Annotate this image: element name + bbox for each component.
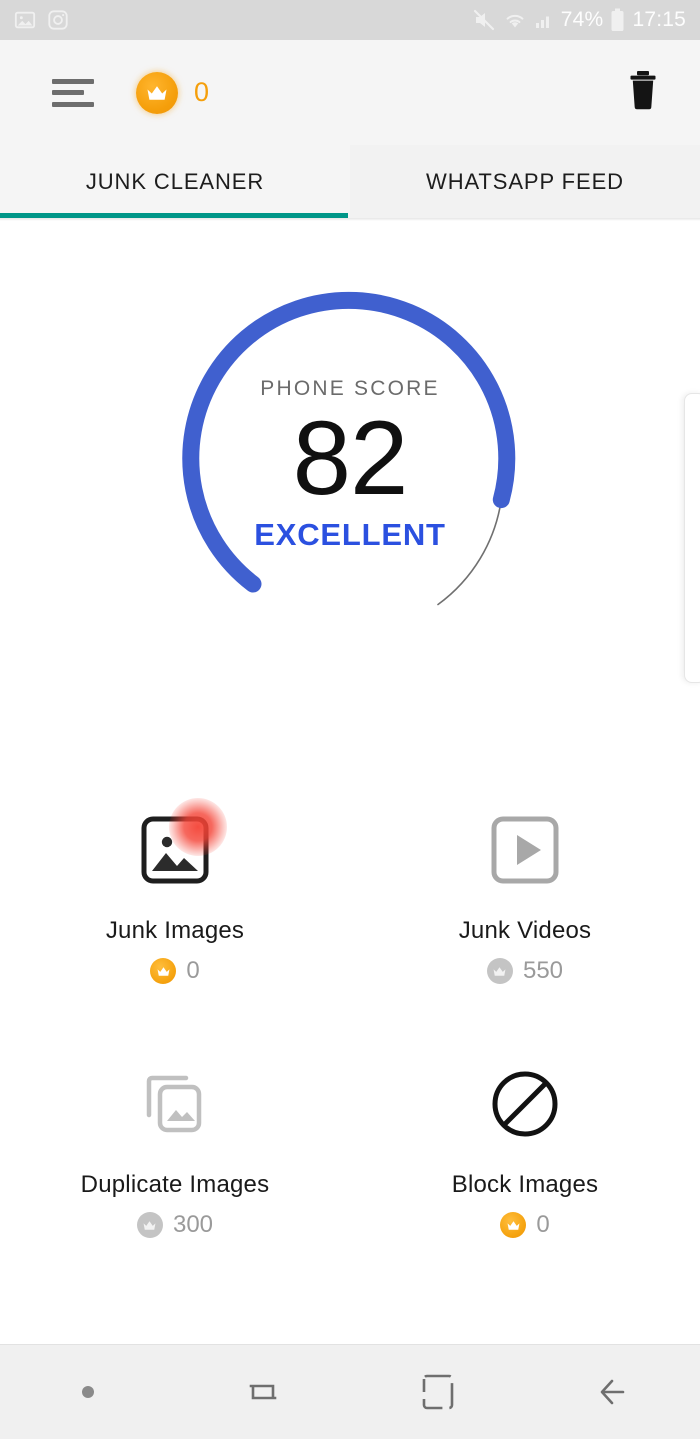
tile-duplicate-images-meta: 300 bbox=[136, 1211, 214, 1239]
cellular-signal-icon bbox=[535, 16, 549, 28]
gauge-text-group: PHONE SCORE 82 EXCELLENT bbox=[170, 281, 530, 641]
clock-text: 17:15 bbox=[632, 8, 686, 31]
tile-block-images[interactable]: Block Images 0 bbox=[350, 1065, 700, 1239]
dot-indicator-icon bbox=[81, 1386, 94, 1398]
crown-icon bbox=[136, 1212, 163, 1238]
nav-back-button[interactable] bbox=[525, 1370, 700, 1414]
nav-recents-button[interactable] bbox=[175, 1370, 350, 1414]
mute-icon bbox=[473, 9, 494, 31]
phone-score-status: EXCELLENT bbox=[254, 516, 446, 552]
back-icon bbox=[600, 1379, 624, 1405]
tab-whatsapp-feed-label: WHATSAPP FEED bbox=[426, 168, 624, 194]
phone-score-gauge[interactable]: PHONE SCORE 82 EXCELLENT bbox=[0, 281, 700, 641]
tab-whatsapp-feed[interactable]: WHATSAPP FEED bbox=[350, 145, 700, 218]
gallery-icon bbox=[14, 11, 36, 29]
crown-icon bbox=[150, 958, 177, 984]
recents-icon bbox=[249, 1384, 276, 1400]
battery-percent-text: 74% bbox=[560, 8, 604, 31]
wifi-icon bbox=[506, 14, 524, 28]
nav-dot-indicator[interactable] bbox=[0, 1386, 175, 1398]
premium-credits-button[interactable]: 0 bbox=[136, 71, 210, 114]
tab-bar: JUNK CLEANER WHATSAPP FEED bbox=[0, 145, 700, 218]
feature-tiles-grid: Junk Images 0 Junk Videos 550 Duplicate … bbox=[0, 798, 700, 1239]
tile-junk-videos[interactable]: Junk Videos 550 bbox=[350, 811, 700, 985]
tile-junk-videos-icon-wrap bbox=[486, 811, 564, 889]
alert-badge-icon bbox=[169, 798, 227, 856]
video-play-icon bbox=[491, 816, 559, 884]
status-bar: 74% 17:15 bbox=[0, 0, 700, 40]
tile-junk-images-meta: 0 bbox=[150, 957, 200, 985]
tile-junk-videos-meta: 550 bbox=[486, 957, 564, 985]
status-bar-indicators: 74% 17:15 bbox=[472, 8, 686, 32]
app-screen: 74% 17:15 0 JUNK CLEANER WHATSAPP FEED P… bbox=[0, 0, 700, 1439]
status-bar-notifications bbox=[14, 9, 69, 31]
tile-duplicate-images-label: Duplicate Images bbox=[80, 1171, 270, 1198]
app-toolbar: 0 bbox=[0, 40, 700, 145]
tile-junk-videos-count: 550 bbox=[522, 957, 564, 984]
trash-icon[interactable] bbox=[626, 70, 660, 115]
tile-duplicate-images[interactable]: Duplicate Images 300 bbox=[0, 1065, 350, 1239]
phone-score-label: PHONE SCORE bbox=[260, 377, 440, 401]
nav-home-button[interactable] bbox=[350, 1369, 525, 1415]
tile-block-images-meta: 0 bbox=[500, 1211, 550, 1239]
phone-score-value: 82 bbox=[292, 400, 409, 518]
main-content: PHONE SCORE 82 EXCELLENT Junk Images 0 J… bbox=[0, 221, 700, 1345]
home-icon bbox=[422, 1374, 453, 1410]
crown-icon bbox=[486, 958, 513, 984]
tile-junk-images-icon-wrap bbox=[136, 798, 227, 889]
battery-icon bbox=[611, 8, 624, 31]
crown-icon bbox=[136, 71, 178, 114]
camera-icon bbox=[48, 10, 68, 30]
tile-block-images-label: Block Images bbox=[451, 1171, 599, 1198]
tile-junk-images-count: 0 bbox=[186, 957, 200, 984]
tile-duplicate-images-count: 300 bbox=[172, 1211, 214, 1238]
tile-block-images-count: 0 bbox=[536, 1211, 550, 1238]
block-circle-slash-icon bbox=[492, 1071, 558, 1137]
tab-junk-cleaner[interactable]: JUNK CLEANER bbox=[0, 145, 350, 218]
tile-junk-videos-label: Junk Videos bbox=[458, 917, 592, 944]
tile-block-images-icon-wrap bbox=[486, 1065, 564, 1143]
duplicate-images-icon bbox=[146, 1075, 202, 1133]
hamburger-menu-icon[interactable] bbox=[52, 78, 94, 107]
tab-junk-cleaner-label: JUNK CLEANER bbox=[85, 168, 265, 194]
tile-junk-images[interactable]: Junk Images 0 bbox=[0, 798, 350, 985]
crown-icon bbox=[500, 1212, 527, 1238]
tile-junk-images-label: Junk Images bbox=[105, 917, 245, 944]
crown-count-label: 0 bbox=[194, 77, 210, 107]
tile-duplicate-images-icon-wrap bbox=[136, 1065, 214, 1143]
android-nav-bar bbox=[0, 1345, 700, 1439]
